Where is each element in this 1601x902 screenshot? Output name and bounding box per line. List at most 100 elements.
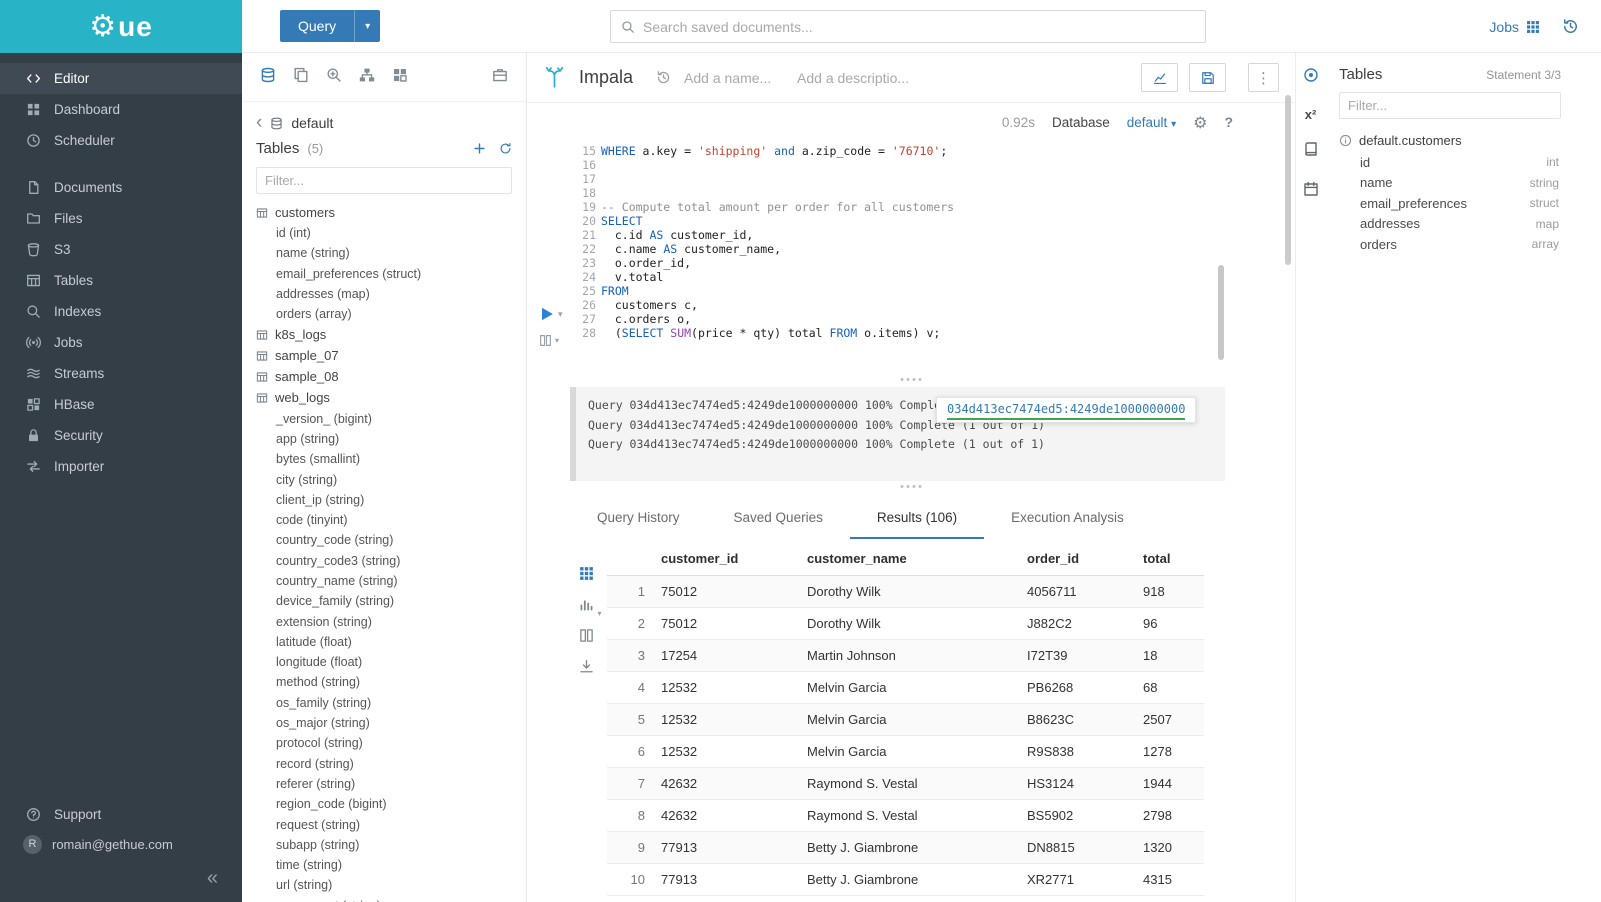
add-table-icon[interactable]	[473, 142, 486, 155]
code-content[interactable]: WHERE a.key = 'shipping' and a.zip_code …	[601, 144, 1285, 340]
column-item[interactable]: time (string)	[242, 855, 526, 875]
column-item[interactable]: namestring	[1360, 173, 1559, 194]
tab-execution-analysis[interactable]: Execution Analysis	[984, 499, 1151, 539]
sidebar-item-security[interactable]: Security	[0, 420, 242, 451]
column-item[interactable]: country_code (string)	[242, 530, 526, 550]
table-item[interactable]: customers	[242, 202, 526, 223]
sidebar-item-s3[interactable]: S3	[0, 234, 242, 265]
sidebar-collapse-button[interactable]: «	[0, 859, 242, 890]
jobs-link[interactable]: Jobs	[1489, 19, 1540, 35]
column-item[interactable]: record (string)	[242, 754, 526, 774]
database-selector[interactable]: default ▾	[1127, 115, 1176, 130]
column-item[interactable]: _version_ (bigint)	[242, 408, 526, 428]
column-item[interactable]: addresses (map)	[242, 284, 526, 304]
assist-source-tab-blocks[interactable]	[392, 67, 408, 88]
table-item[interactable]: sample_07	[242, 345, 526, 366]
more-actions-button[interactable]: ⋮	[1248, 63, 1279, 92]
snippet-history-icon[interactable]	[656, 70, 671, 85]
sidebar-item-streams[interactable]: Streams	[0, 358, 242, 389]
table-row[interactable]: 512532Melvin GarciaB8623C2507	[607, 704, 1204, 736]
snippet-menu-button[interactable]: ▾	[539, 334, 569, 347]
table-item[interactable]: k8s_logs	[242, 324, 526, 345]
help-icon[interactable]: ?	[1224, 114, 1233, 130]
column-item[interactable]: city (string)	[242, 469, 526, 489]
table-row[interactable]: 842632Raymond S. VestalBS59022798	[607, 800, 1204, 832]
results-columns-icon[interactable]	[579, 628, 594, 647]
table-item[interactable]: sample_08	[242, 366, 526, 387]
column-item[interactable]: country_name (string)	[242, 571, 526, 591]
table-row[interactable]: 742632Raymond S. VestalHS31241944	[607, 768, 1204, 800]
assist-source-tab-zoom-plus[interactable]	[326, 67, 342, 88]
results-download-icon[interactable]	[579, 659, 594, 678]
hue-logo[interactable]: ⚙ue	[0, 0, 242, 53]
table-row[interactable]: 1077913Betty J. GiambroneXR27714315	[607, 864, 1204, 896]
table-row[interactable]: 612532Melvin GarciaR9S8381278	[607, 736, 1204, 768]
execute-options-caret-icon[interactable]: ▾	[558, 309, 563, 320]
resize-handle-top[interactable]	[901, 378, 922, 381]
assist-source-tab-sitemap[interactable]	[359, 67, 375, 88]
column-item[interactable]: referer (string)	[242, 774, 526, 794]
tab-results-106[interactable]: Results (106)	[850, 499, 984, 539]
tab-query-history[interactable]: Query History	[570, 499, 707, 539]
column-item[interactable]: longitude (float)	[242, 652, 526, 672]
column-item[interactable]: latitude (float)	[242, 632, 526, 652]
sidebar-item-jobs[interactable]: Jobs	[0, 327, 242, 358]
table-row[interactable]: 175012Dorothy Wilk4056711918	[607, 576, 1204, 608]
column-item[interactable]: country_code3 (string)	[242, 551, 526, 571]
sidebar-item-editor[interactable]: Editor	[0, 63, 242, 94]
column-item[interactable]: ordersarray	[1360, 234, 1559, 255]
code-editor[interactable]: 1516171819202122232425262728 WHERE a.key…	[527, 141, 1295, 389]
right-filter-input[interactable]	[1339, 92, 1561, 119]
query-dropdown-button[interactable]: ▾	[354, 10, 380, 42]
table-row[interactable]: 412532Melvin GarciaPB626868	[607, 672, 1204, 704]
table-row[interactable]: 275012Dorothy WilkJ882C296	[607, 608, 1204, 640]
sidebar-item-scheduler[interactable]: Scheduler	[0, 125, 242, 156]
assistant-icon[interactable]	[1303, 67, 1319, 88]
column-item[interactable]: device_family (string)	[242, 591, 526, 611]
database-name[interactable]: default	[291, 115, 333, 131]
assist-filter-input[interactable]	[256, 167, 512, 194]
sidebar-item-user[interactable]: R romain@gethue.com	[0, 829, 242, 859]
column-item[interactable]: request (string)	[242, 814, 526, 834]
schedules-icon[interactable]	[1303, 181, 1319, 202]
column-item[interactable]: app (string)	[242, 429, 526, 449]
table-row[interactable]: 317254Martin JohnsonI72T3918	[607, 640, 1204, 672]
resize-handle-bottom[interactable]	[901, 485, 922, 488]
main-scrollbar[interactable]	[1285, 95, 1291, 265]
sidebar-item-dashboard[interactable]: Dashboard	[0, 94, 242, 125]
tab-saved-queries[interactable]: Saved Queries	[707, 499, 850, 539]
column-item[interactable]: extension (string)	[242, 611, 526, 631]
sidebar-item-importer[interactable]: Importer	[0, 451, 242, 482]
sidebar-item-support[interactable]: Support	[0, 799, 242, 829]
active-table-item[interactable]: default.customers	[1325, 129, 1601, 152]
column-item[interactable]: user_agent (string)	[242, 896, 526, 902]
column-item[interactable]: os_major (string)	[242, 713, 526, 733]
column-item[interactable]: code (tinyint)	[242, 510, 526, 530]
sidebar-item-files[interactable]: Files	[0, 203, 242, 234]
column-item[interactable]: os_family (string)	[242, 693, 526, 713]
column-item[interactable]: email_preferences (struct)	[242, 264, 526, 284]
sidebar-item-indexes[interactable]: Indexes	[0, 296, 242, 327]
column-item[interactable]: addressesmap	[1360, 214, 1559, 235]
sidebar-item-documents[interactable]: Documents	[0, 172, 242, 203]
execute-button[interactable]	[539, 306, 555, 322]
sidebar-item-hbase[interactable]: HBase	[0, 389, 242, 420]
query-description-input[interactable]	[797, 70, 922, 86]
assist-source-tab-copy[interactable]	[293, 67, 309, 88]
column-item[interactable]: idint	[1360, 152, 1559, 173]
results-grid-view-icon[interactable]	[579, 566, 594, 585]
chart-button[interactable]	[1141, 63, 1178, 92]
settings-gear-icon[interactable]: ⚙	[1193, 113, 1207, 132]
assist-source-tab-briefcase[interactable]	[492, 67, 508, 88]
functions-icon[interactable]: x²	[1305, 107, 1317, 122]
language-reference-icon[interactable]	[1303, 141, 1319, 162]
column-item[interactable]: client_ip (string)	[242, 490, 526, 510]
column-item[interactable]: email_preferencesstruct	[1360, 193, 1559, 214]
query-name-input[interactable]	[684, 70, 784, 86]
results-chart-view-icon[interactable]: ▾	[579, 597, 594, 616]
column-item[interactable]: subapp (string)	[242, 835, 526, 855]
table-item[interactable]: web_logs	[242, 387, 526, 408]
refresh-tables-icon[interactable]	[499, 142, 512, 155]
column-item[interactable]: bytes (smallint)	[242, 449, 526, 469]
query-button[interactable]: Query	[280, 10, 354, 42]
